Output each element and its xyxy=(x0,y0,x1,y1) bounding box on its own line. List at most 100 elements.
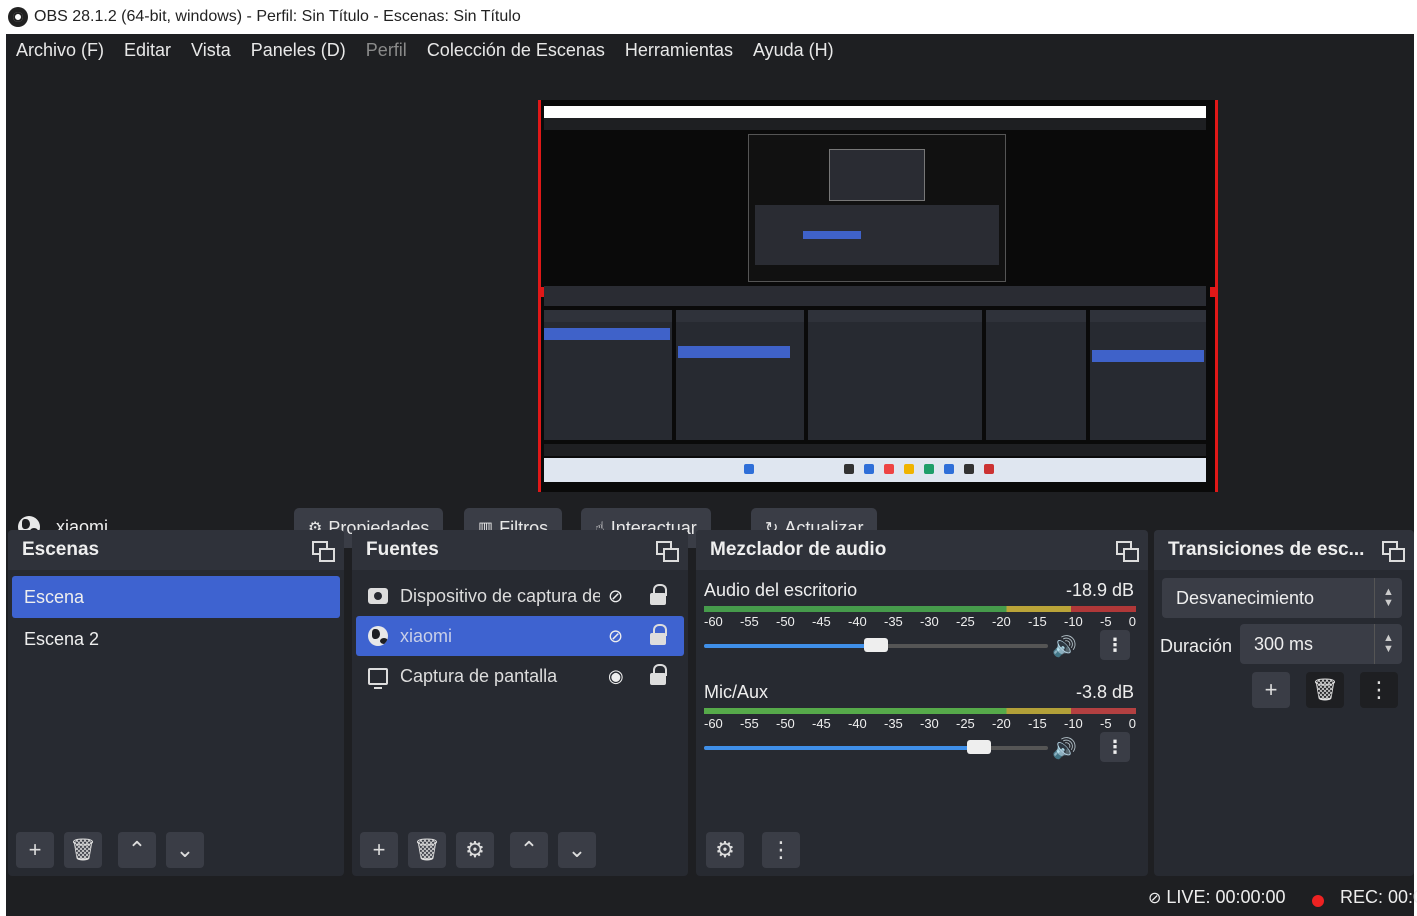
eye-hidden-icon[interactable]: ⊘ xyxy=(608,626,623,647)
eye-hidden-icon[interactable]: ⊘ xyxy=(608,586,623,607)
menu-coleccion-escenas[interactable]: Colección de Escenas xyxy=(417,40,615,61)
record-dot-icon xyxy=(1312,895,1324,907)
menu-editar[interactable]: Editar xyxy=(114,40,181,61)
preview-nested-scene-selected xyxy=(544,328,670,340)
transitions-header: Transiciones de esc... xyxy=(1154,530,1414,570)
source-item-screen-capture[interactable]: Captura de pantalla ◉ xyxy=(356,656,684,696)
move-source-down-button[interactable]: ⌄ xyxy=(558,832,596,868)
transitions-dock: Transiciones de esc... Desvanecimiento ▲… xyxy=(1154,530,1414,876)
preview-nested-docks xyxy=(755,205,999,265)
undock-icon[interactable] xyxy=(656,541,679,562)
audio-mixer-title: Mezclador de audio xyxy=(710,539,887,560)
speaker-icon[interactable]: 🔊 xyxy=(1052,634,1077,659)
undock-icon[interactable] xyxy=(1116,541,1139,562)
mixer-advanced-settings-button[interactable]: ⚙ xyxy=(706,832,744,868)
add-source-button[interactable]: + xyxy=(360,832,398,868)
scenes-dock-title: Escenas xyxy=(22,539,100,560)
sources-dock: Fuentes Dispositivo de captura de ⊘ xiao… xyxy=(352,530,688,876)
move-source-up-button[interactable]: ⌃ xyxy=(510,832,548,868)
scene-item-escena-2[interactable]: Escena 2 xyxy=(12,618,340,660)
add-transition-button[interactable]: + xyxy=(1252,672,1290,708)
remove-source-button[interactable]: 🗑 xyxy=(408,832,446,868)
preview-nested-selection xyxy=(803,231,861,239)
channel-db-desktop-audio: -18.9 dB xyxy=(1065,580,1134,600)
menu-herramientas[interactable]: Herramientas xyxy=(615,40,743,61)
preview-nested-sources xyxy=(676,310,804,440)
spin-arrows-icon[interactable]: ▲ ▼ xyxy=(1374,624,1402,664)
audio-mixer-header: Mezclador de audio xyxy=(696,530,1148,570)
volume-slider-desktop-audio[interactable] xyxy=(704,638,1048,652)
undock-icon[interactable] xyxy=(1382,541,1405,562)
monitor-icon xyxy=(368,667,388,689)
trash-icon: 🗑 xyxy=(1311,677,1339,702)
preview-resize-handle-right[interactable] xyxy=(1210,287,1218,297)
menu-paneles[interactable]: Paneles (D) xyxy=(241,40,356,61)
preview-nested-preview xyxy=(748,134,1006,282)
volume-slider-mic-aux[interactable] xyxy=(704,740,1048,754)
broadcast-off-icon: ⊘ xyxy=(1148,890,1162,907)
menu-ayuda[interactable]: Ayuda (H) xyxy=(743,40,844,61)
move-scene-down-button[interactable]: ⌄ xyxy=(166,832,204,868)
add-scene-button[interactable]: + xyxy=(16,832,54,868)
menu-perfil[interactable]: Perfil xyxy=(356,40,417,61)
source-item-xiaomi[interactable]: xiaomi ⊘ xyxy=(356,616,684,656)
transition-menu-button[interactable]: ⋮ xyxy=(1360,672,1398,708)
undock-icon[interactable] xyxy=(312,541,335,562)
plus-icon: + xyxy=(28,837,42,862)
preview-nested-controls xyxy=(1090,310,1206,440)
gear-icon: ⚙ xyxy=(465,837,485,862)
kebab-icon: ⋮ xyxy=(1106,736,1124,757)
preview-nested-statusbar xyxy=(544,444,1206,456)
preview-resize-handle-left[interactable] xyxy=(538,287,544,297)
lock-icon[interactable] xyxy=(650,584,667,606)
move-scene-up-button[interactable]: ⌃ xyxy=(118,832,156,868)
transitions-title: Transiciones de esc... xyxy=(1168,539,1365,560)
chevron-up-icon: ⌃ xyxy=(519,837,539,862)
duration-label: Duración xyxy=(1160,636,1233,656)
chevron-down-icon: ⌄ xyxy=(175,837,195,862)
scene-item-escena[interactable]: Escena xyxy=(12,576,340,618)
channel-menu-desktop-audio[interactable]: ⋮ xyxy=(1100,630,1130,660)
duration-spinbox[interactable]: 300 ms ▲ ▼ xyxy=(1240,624,1402,664)
chevron-up-icon: ⌃ xyxy=(127,837,147,862)
speaker-icon[interactable]: 🔊 xyxy=(1052,736,1077,761)
updown-arrows-icon: ▲ ▼ xyxy=(1374,578,1402,618)
channel-menu-mic-aux[interactable]: ⋮ xyxy=(1100,732,1130,762)
menu-vista[interactable]: Vista xyxy=(181,40,241,61)
remove-transition-button[interactable]: 🗑 xyxy=(1306,672,1344,708)
channel-db-mic-aux: -3.8 dB xyxy=(1075,682,1134,702)
kebab-icon: ⋮ xyxy=(770,837,792,862)
transition-select[interactable]: Desvanecimiento ▲ ▼ xyxy=(1162,578,1402,618)
preview-nested-source-selected xyxy=(678,346,790,358)
obs-logo-icon xyxy=(8,7,28,27)
gear-icon: ⚙ xyxy=(715,837,735,862)
lock-icon[interactable] xyxy=(650,624,667,646)
volume-meter-desktop-audio xyxy=(704,606,1136,612)
remove-scene-button[interactable]: 🗑 xyxy=(64,832,102,868)
sources-dock-header: Fuentes xyxy=(352,530,688,570)
scenes-dock: Escenas Escena Escena 2 + 🗑 ⌃ ⌄ xyxy=(8,530,344,876)
lock-icon[interactable] xyxy=(650,664,667,686)
preview-nested-taskbar xyxy=(544,458,1206,482)
eye-icon[interactable]: ◉ xyxy=(608,666,624,687)
kebab-icon: ⋮ xyxy=(1106,634,1124,655)
mixer-menu-button[interactable]: ⋮ xyxy=(762,832,800,868)
status-bar: ⊘ LIVE: 00:00:00 REC: 00:0 xyxy=(6,880,1417,916)
preview-nested-transitions xyxy=(986,310,1086,440)
plus-icon: + xyxy=(372,837,386,862)
preview-canvas[interactable] xyxy=(538,100,1218,492)
trash-icon: 🗑 xyxy=(69,837,97,862)
slider-knob[interactable] xyxy=(864,638,888,652)
slider-knob[interactable] xyxy=(967,740,992,754)
window-title: OBS 28.1.2 (64-bit, windows) - Perfil: S… xyxy=(34,8,521,25)
plus-icon: + xyxy=(1264,677,1278,702)
menu-bar: Archivo (F) Editar Vista Paneles (D) Per… xyxy=(6,34,1414,66)
sources-dock-title: Fuentes xyxy=(366,539,439,560)
volume-meter-mic-aux xyxy=(704,708,1136,714)
camera-icon xyxy=(368,588,388,604)
menu-archivo[interactable]: Archivo (F) xyxy=(6,40,114,61)
meter-ticks-mic-aux: -60 -55 -50 -45 -40 -35 -30 -25 -20 -15 -10 -5 0 xyxy=(704,716,1136,731)
obs-main-window: Archivo (F) Editar Vista Paneles (D) Per… xyxy=(6,34,1417,916)
source-properties-button[interactable]: ⚙ xyxy=(456,832,494,868)
source-item-capture-device[interactable]: Dispositivo de captura de ⊘ xyxy=(356,576,684,616)
